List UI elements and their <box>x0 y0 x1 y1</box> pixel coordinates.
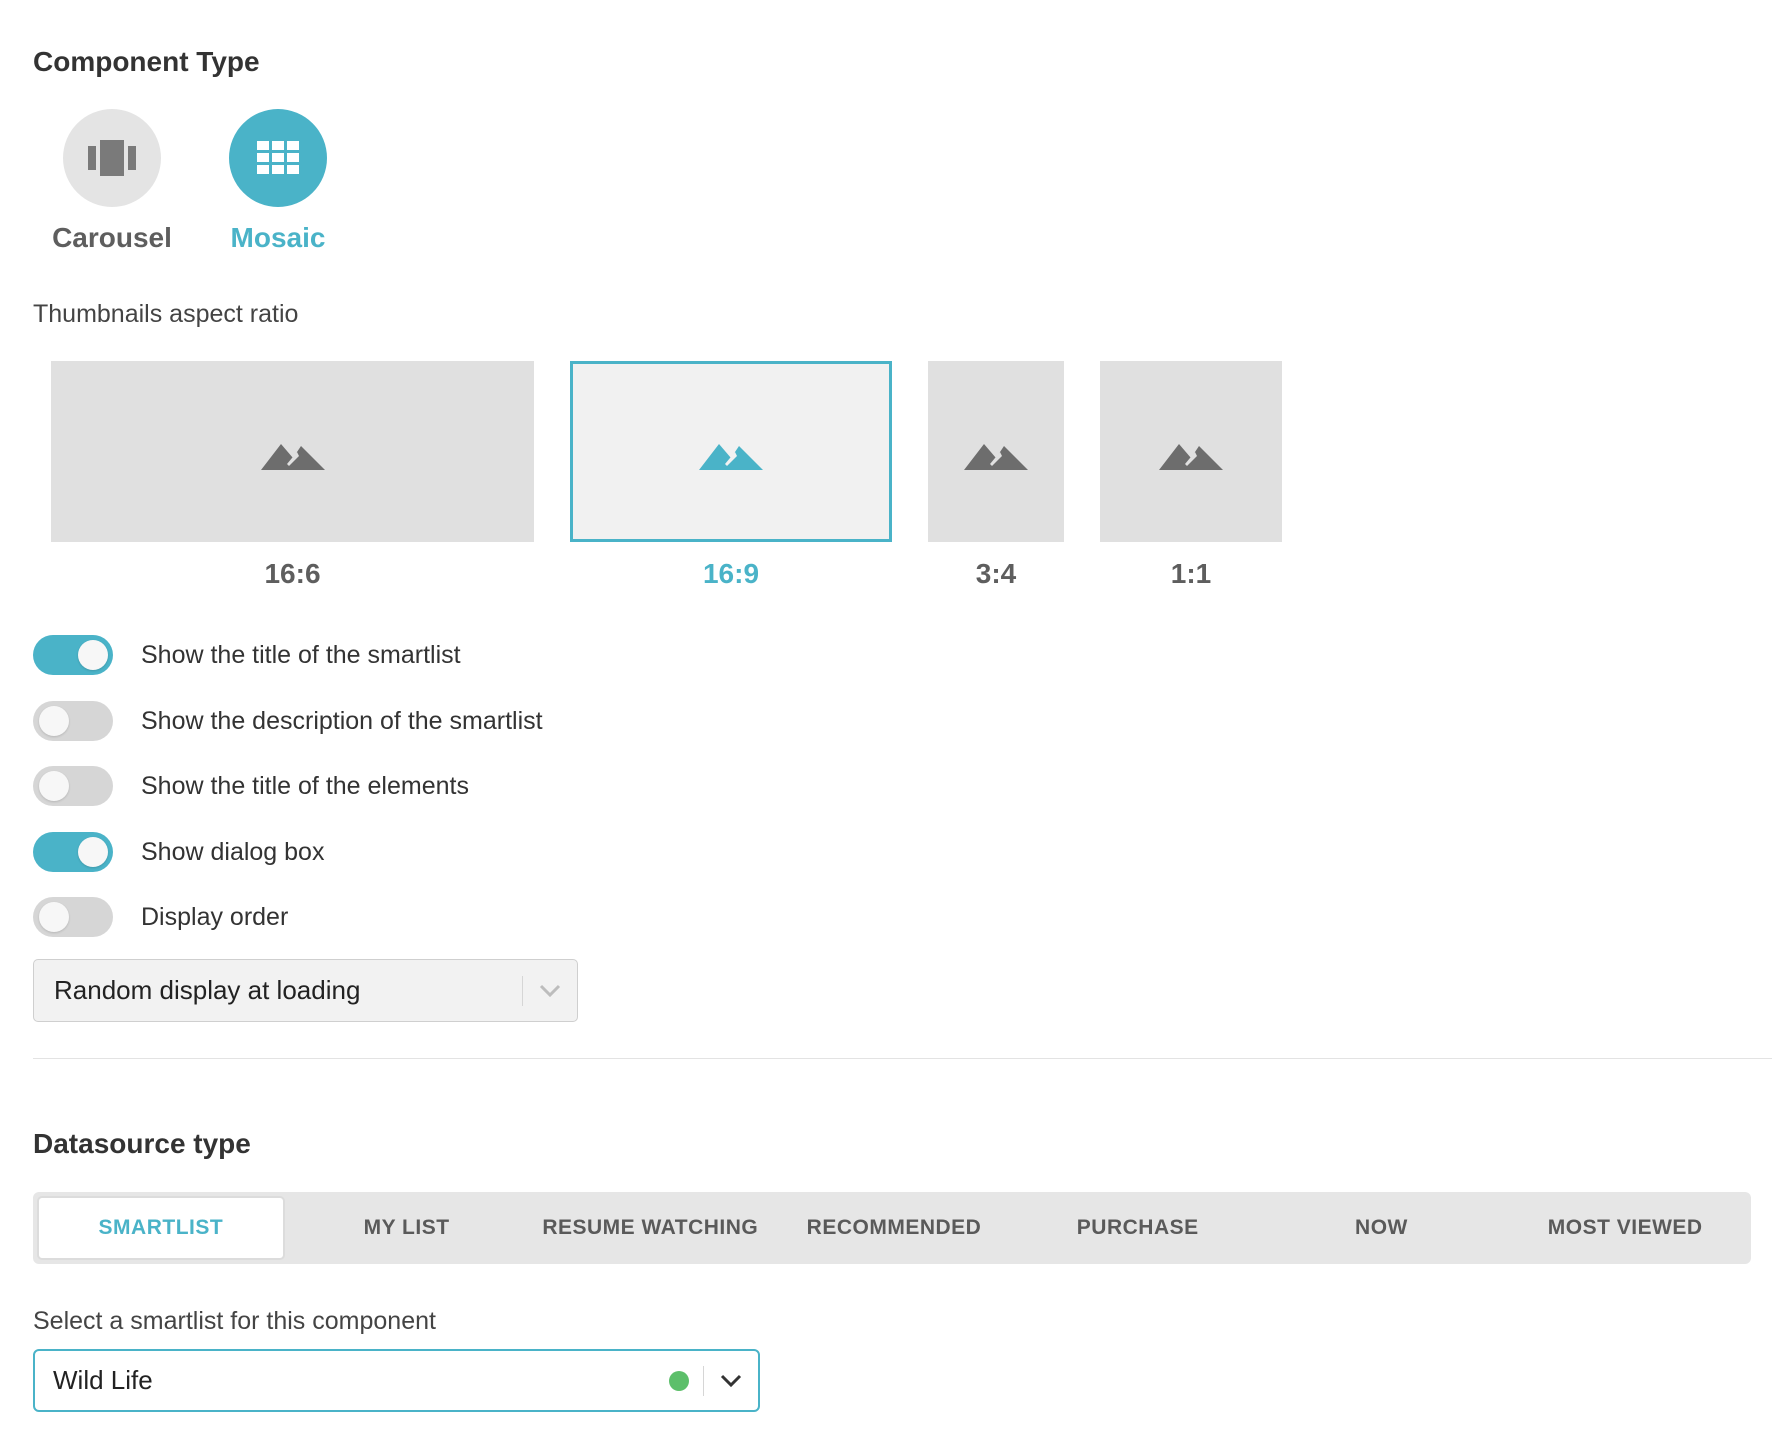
toggle-label: Show the description of the smartlist <box>141 706 543 735</box>
smartlist-title-toggle[interactable] <box>33 635 113 675</box>
toggle-knob <box>78 837 108 867</box>
ratio-label-16-9: 16:9 <box>702 558 760 589</box>
tab-my-list[interactable]: MY LIST <box>285 1196 529 1260</box>
chevron-down-icon <box>704 1374 758 1388</box>
toggle-label: Show the title of the elements <box>141 771 469 800</box>
image-placeholder-icon <box>964 443 1028 470</box>
smartlist-description-toggle[interactable] <box>33 701 113 741</box>
dialog-box-toggle[interactable] <box>33 832 113 872</box>
ratio-option-16-9[interactable] <box>570 361 892 542</box>
ratio-label-16-6: 16:6 <box>264 558 321 589</box>
aspect-ratio-label: Thumbnails aspect ratio <box>33 300 299 328</box>
image-placeholder-icon <box>260 443 325 470</box>
chevron-down-icon <box>523 984 577 998</box>
toggle-row-smartlist-title: Show the title of the smartlist <box>33 635 461 675</box>
toggle-row-dialog-box: Show dialog box <box>33 832 324 872</box>
ratio-option-3-4[interactable] <box>928 361 1064 542</box>
ratio-label-3-4: 3:4 <box>975 558 1017 589</box>
ratio-label-1-1: 1:1 <box>1170 558 1212 589</box>
datasource-tabs: SMARTLIST MY LIST RESUME WATCHING RECOMM… <box>33 1192 1751 1264</box>
tab-smartlist[interactable]: SMARTLIST <box>37 1196 285 1260</box>
toggle-label: Display order <box>141 902 289 931</box>
grid-icon <box>229 109 327 207</box>
toggle-row-elements-title: Show the title of the elements <box>33 766 469 806</box>
display-order-toggle[interactable] <box>33 897 113 937</box>
toggle-knob <box>39 706 69 736</box>
tab-now[interactable]: NOW <box>1260 1196 1504 1260</box>
elements-title-toggle[interactable] <box>33 766 113 806</box>
status-dot-icon <box>669 1370 689 1391</box>
display-order-value: Random display at loading <box>54 975 361 1005</box>
toggle-row-display-order: Display order <box>33 897 288 937</box>
tab-recommended[interactable]: RECOMMENDED <box>772 1196 1016 1260</box>
image-placeholder-icon <box>699 443 763 470</box>
component-type-title: Component Type <box>33 46 260 77</box>
toggle-label: Show dialog box <box>141 837 325 866</box>
mosaic-label: Mosaic <box>230 222 326 253</box>
ratio-option-1-1[interactable] <box>1100 361 1282 542</box>
toggle-row-smartlist-description: Show the description of the smartlist <box>33 701 543 741</box>
toggle-knob <box>39 902 69 932</box>
toggle-label: Show the title of the smartlist <box>141 640 461 669</box>
section-divider <box>33 1058 1772 1059</box>
image-placeholder-icon <box>1159 443 1223 470</box>
toggle-knob <box>39 771 69 801</box>
tab-purchase[interactable]: PURCHASE <box>1016 1196 1260 1260</box>
datasource-title: Datasource type <box>33 1128 251 1159</box>
toggle-knob <box>78 640 108 670</box>
display-order-select[interactable]: Random display at loading <box>33 959 578 1022</box>
tab-most-viewed[interactable]: MOST VIEWED <box>1503 1196 1747 1260</box>
carousel-option[interactable] <box>63 109 161 207</box>
ratio-option-16-6[interactable] <box>51 361 534 542</box>
mosaic-option[interactable] <box>229 109 327 207</box>
smartlist-select-label: Select a smartlist for this component <box>33 1307 436 1335</box>
smartlist-select-value: Wild Life <box>53 1365 153 1395</box>
carousel-icon <box>63 109 161 207</box>
smartlist-select[interactable]: Wild Life <box>33 1349 760 1412</box>
tab-resume-watching[interactable]: RESUME WATCHING <box>528 1196 772 1260</box>
carousel-label: Carousel <box>52 222 172 253</box>
